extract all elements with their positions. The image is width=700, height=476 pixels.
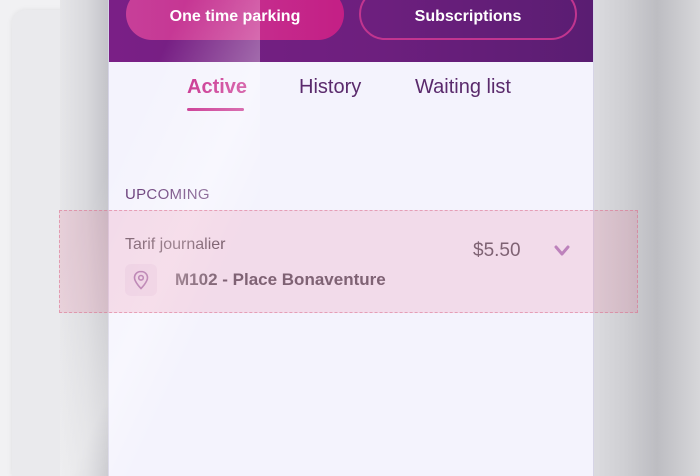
booking-location: M102 - Place Bonaventure (175, 270, 386, 289)
active-tab-indicator (187, 108, 244, 111)
one-time-parking-button[interactable]: One time parking (126, 0, 344, 40)
tab-waiting-list[interactable]: Waiting list (415, 76, 511, 99)
app-screen: One time parking Subscriptions Active Hi… (108, 0, 594, 476)
booking-card[interactable]: Tarif journalier $5.50 M102 - Place Bona… (109, 214, 593, 310)
device-frame-left (60, 0, 108, 476)
booking-price: $5.50 (473, 240, 521, 261)
booking-title: Tarif journalier (125, 236, 226, 253)
app-header: One time parking Subscriptions (109, 0, 593, 62)
booking-tabs: Active History Waiting list (109, 76, 593, 116)
tab-history[interactable]: History (299, 76, 361, 99)
map-pin-icon (125, 264, 157, 296)
subscriptions-button[interactable]: Subscriptions (359, 0, 577, 40)
chevron-down-icon[interactable] (553, 244, 571, 258)
section-heading-upcoming: UPCOMING (125, 186, 210, 203)
device-frame-right (592, 0, 700, 476)
tab-active[interactable]: Active (187, 76, 247, 99)
